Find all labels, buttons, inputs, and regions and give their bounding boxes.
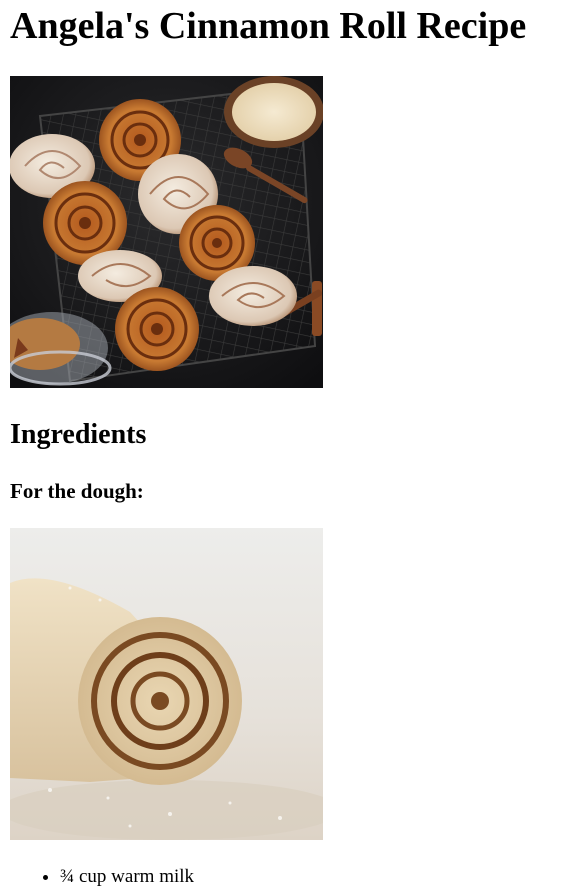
- dough-log-photo: [10, 528, 323, 840]
- page-title: Angela's Cinnamon Roll Recipe: [10, 5, 527, 47]
- recipe-page: Angela's Cinnamon Roll Recipe Ingredient…: [0, 0, 563, 889]
- list-item: ¾ cup warm milk: [60, 864, 194, 889]
- dough-ingredients-list: ¾ cup warm milk: [10, 864, 194, 889]
- ingredients-heading: Ingredients: [10, 419, 147, 450]
- dough-subheading: For the dough:: [10, 479, 144, 503]
- cinnamon-rolls-photo: [10, 76, 323, 388]
